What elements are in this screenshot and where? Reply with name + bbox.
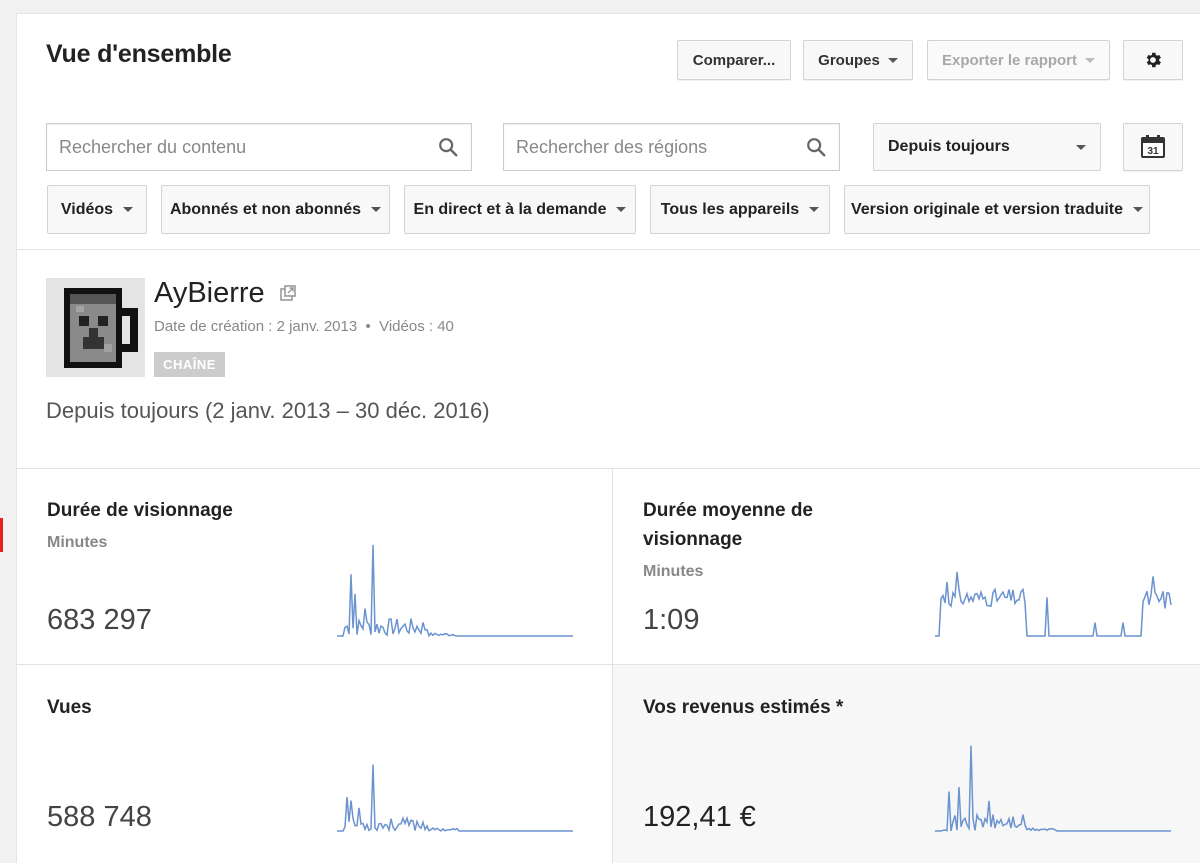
chevron-down-icon — [1076, 144, 1086, 150]
chevron-down-icon — [887, 57, 898, 63]
search-icon[interactable] — [805, 136, 827, 158]
metric-value: 192,41 € — [643, 801, 756, 833]
export-report-button[interactable]: Exporter le rapport — [927, 40, 1110, 80]
section-divider — [17, 249, 1200, 250]
metric-estimated-revenue[interactable]: Vos revenus estimés * 192,41 € — [613, 665, 1200, 863]
channel-meta: Date de création : 2 janv. 2013 • Vidéos… — [154, 318, 454, 335]
chevron-down-icon — [1133, 207, 1144, 212]
sparkline-path — [337, 544, 573, 638]
filter-videos-dropdown[interactable]: Vidéos — [47, 185, 147, 234]
beer-mug-icon — [46, 278, 145, 377]
content-search-box[interactable] — [46, 123, 472, 171]
metric-subtitle: Minutes — [47, 534, 108, 551]
chevron-down-icon — [809, 207, 820, 212]
calendar-button[interactable]: 31 — [1123, 123, 1183, 171]
content-search-input[interactable] — [47, 135, 437, 159]
metric-avg-view-duration[interactable]: Durée moyenne de visionnage Minutes 1:09 — [613, 468, 1200, 664]
metric-watch-time[interactable]: Durée de visionnage Minutes 683 297 — [17, 468, 612, 664]
sparkline-path — [935, 571, 1172, 637]
date-period-label: Depuis toujours (2 janv. 2013 – 30 déc. … — [46, 398, 490, 423]
filter-label: En direct et à la demande — [413, 200, 607, 218]
compare-button[interactable]: Comparer... — [677, 40, 791, 80]
active-nav-indicator — [0, 518, 3, 552]
revenue-sparkline — [935, 745, 1171, 832]
metric-title: Vos revenus estimés * — [643, 697, 844, 718]
filter-label: Vidéos — [60, 200, 114, 218]
views-sparkline — [337, 764, 573, 833]
metric-title: Durée de visionnage — [47, 500, 233, 521]
filter-subscribers-dropdown[interactable]: Abonnés et non abonnés — [161, 185, 390, 234]
external-link-icon[interactable] — [279, 284, 297, 302]
channel-badge: CHAÎNE — [154, 352, 225, 377]
metric-title: Vues — [47, 697, 92, 718]
metric-subtitle: Minutes — [643, 563, 704, 580]
metric-value: 588 748 — [47, 801, 152, 833]
channel-name[interactable]: AyBierre — [154, 277, 265, 310]
chevron-down-icon — [1085, 57, 1096, 63]
groups-button-label: Groupes — [818, 51, 880, 69]
search-icon[interactable] — [437, 136, 459, 158]
metric-value: 1:09 — [643, 604, 700, 636]
regions-search-box[interactable] — [503, 123, 840, 171]
gear-icon — [1146, 52, 1161, 68]
chevron-down-icon — [371, 207, 382, 212]
calendar-day: 31 — [1147, 146, 1159, 157]
filter-live-ondemand-dropdown[interactable]: En direct et à la demande — [404, 185, 636, 234]
page-title: Vue d'ensemble — [46, 40, 232, 68]
settings-button[interactable] — [1123, 40, 1183, 80]
watch-time-sparkline — [337, 544, 573, 638]
compare-button-label: Comparer... — [692, 51, 776, 69]
metric-views[interactable]: Vues 588 748 — [17, 665, 612, 863]
filter-label: Abonnés et non abonnés — [169, 200, 362, 218]
date-range-dropdown[interactable]: Depuis toujours — [873, 123, 1101, 171]
filter-label: Tous les appareils — [660, 200, 800, 218]
filter-label: Version originale et version traduite — [850, 200, 1124, 218]
sparkline-path — [337, 764, 573, 833]
chevron-down-icon — [123, 207, 134, 212]
chevron-down-icon — [616, 207, 627, 212]
filter-devices-dropdown[interactable]: Tous les appareils — [650, 185, 830, 234]
regions-search-input[interactable] — [504, 135, 805, 159]
metric-title: Durée moyenne de visionnage — [643, 500, 813, 550]
channel-avatar[interactable] — [46, 278, 145, 377]
groups-button[interactable]: Groupes — [803, 40, 913, 80]
avg-duration-sparkline — [935, 571, 1172, 637]
date-range-selected: Depuis toujours — [888, 138, 1010, 155]
analytics-overview-card: Vue d'ensemble Comparer... Groupes Expor… — [16, 13, 1200, 863]
export-report-label: Exporter le rapport — [941, 51, 1078, 69]
calendar-icon: 31 — [1141, 135, 1165, 158]
filter-translation-dropdown[interactable]: Version originale et version traduite — [844, 185, 1150, 234]
sparkline-path — [935, 745, 1171, 832]
metric-value: 683 297 — [47, 604, 152, 636]
